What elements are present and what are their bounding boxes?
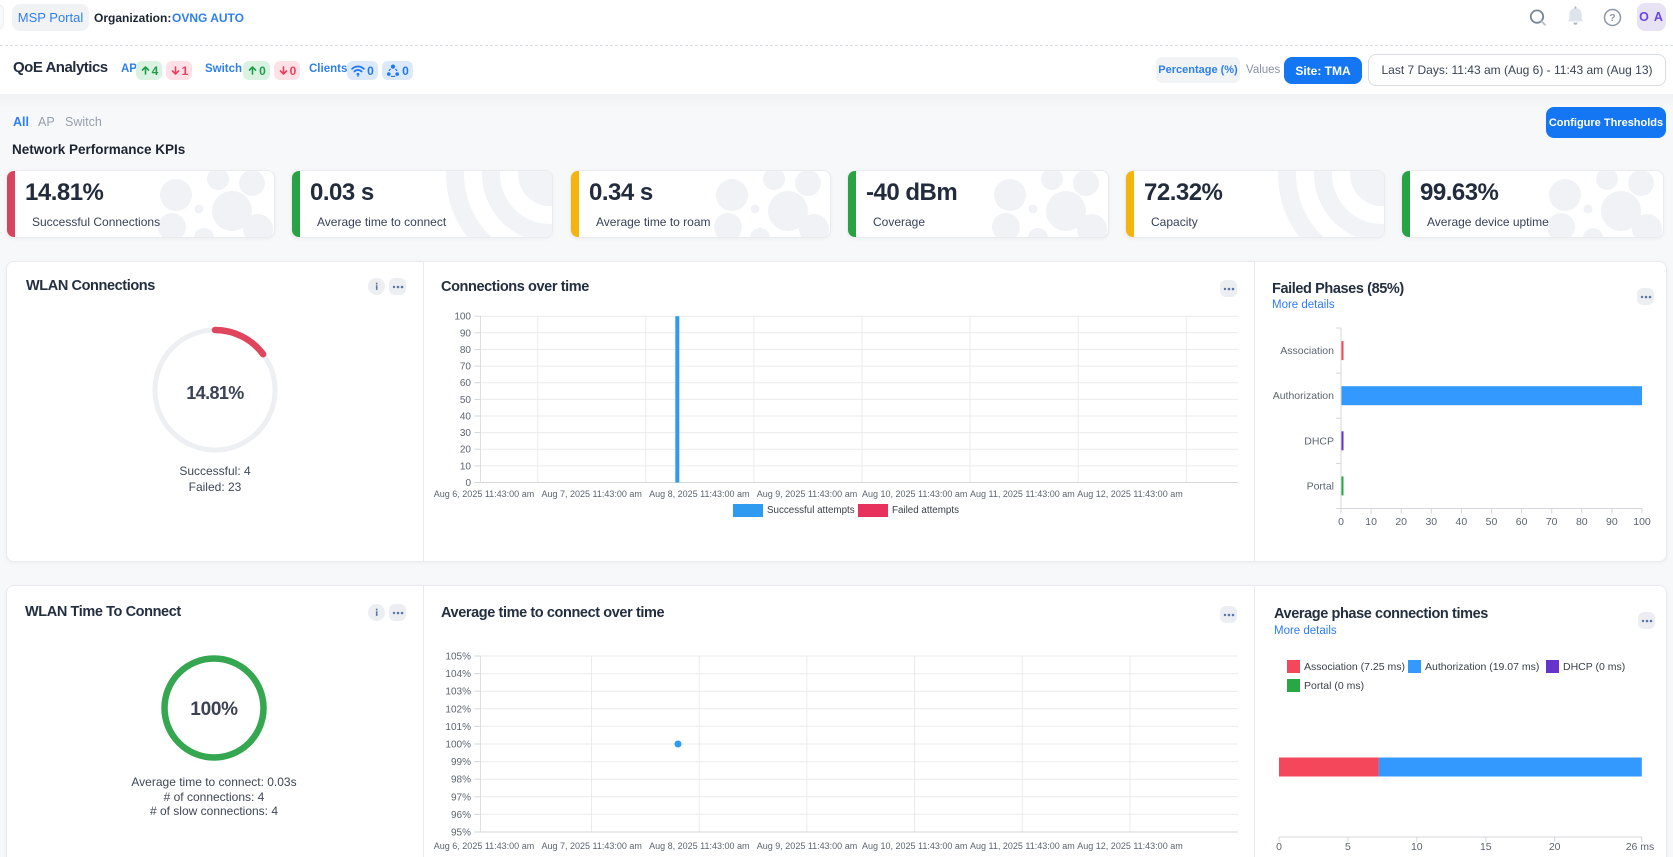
svg-text:Aug 9, 2025 11:43:00 am: Aug 9, 2025 11:43:00 am [757, 489, 857, 499]
svg-text:Aug 6, 2025 11:43:00 am: Aug 6, 2025 11:43:00 am [434, 841, 534, 851]
svg-text:0: 0 [1276, 841, 1282, 853]
svg-text:26 ms: 26 ms [1626, 841, 1655, 853]
svg-text:70: 70 [460, 362, 472, 373]
svg-text:100: 100 [1633, 516, 1651, 528]
svg-text:DHCP: DHCP [1304, 435, 1334, 447]
svg-text:70: 70 [1546, 516, 1558, 528]
svg-text:Aug 8, 2025 11:43:00 am: Aug 8, 2025 11:43:00 am [649, 841, 749, 851]
svg-text:98%: 98% [451, 775, 471, 786]
svg-text:20: 20 [460, 445, 472, 456]
svg-text:Aug 7, 2025 11:43:00 am: Aug 7, 2025 11:43:00 am [541, 841, 641, 851]
svg-text:Aug 10, 2025 11:43:00 am: Aug 10, 2025 11:43:00 am [862, 489, 967, 499]
svg-text:95%: 95% [451, 828, 471, 839]
svg-text:Aug 6, 2025 11:43:00 am: Aug 6, 2025 11:43:00 am [434, 489, 534, 499]
svg-text:Aug 9, 2025 11:43:00 am: Aug 9, 2025 11:43:00 am [757, 841, 857, 851]
svg-text:Aug 12, 2025 11:43:00 am: Aug 12, 2025 11:43:00 am [1077, 489, 1182, 499]
svg-text:80: 80 [1576, 516, 1588, 528]
svg-text:104%: 104% [445, 669, 471, 680]
svg-text:50: 50 [1486, 516, 1498, 528]
svg-text:10: 10 [1411, 841, 1423, 853]
svg-text:90: 90 [460, 328, 472, 339]
svg-text:Aug 12, 2025 11:43:00 am: Aug 12, 2025 11:43:00 am [1077, 841, 1182, 851]
svg-text:100: 100 [454, 312, 471, 323]
svg-text:0: 0 [1338, 516, 1344, 528]
svg-text:Portal: Portal [1307, 480, 1334, 492]
svg-text:97%: 97% [451, 792, 471, 803]
svg-text:20: 20 [1395, 516, 1407, 528]
svg-text:0: 0 [465, 478, 471, 489]
svg-text:60: 60 [460, 378, 472, 389]
svg-text:105%: 105% [445, 652, 471, 663]
svg-text:Authorization: Authorization [1273, 390, 1334, 402]
svg-text:101%: 101% [445, 722, 471, 733]
svg-text:Aug 8, 2025 11:43:00 am: Aug 8, 2025 11:43:00 am [649, 489, 749, 499]
svg-text:40: 40 [1456, 516, 1468, 528]
svg-text:5: 5 [1345, 841, 1351, 853]
svg-text:50: 50 [460, 395, 472, 406]
svg-text:10: 10 [1365, 516, 1377, 528]
svg-text:20: 20 [1549, 841, 1561, 853]
svg-text:Aug 7, 2025 11:43:00 am: Aug 7, 2025 11:43:00 am [541, 489, 641, 499]
svg-text:100%: 100% [445, 740, 471, 751]
svg-text:Aug 11, 2025 11:43:00 am: Aug 11, 2025 11:43:00 am [970, 489, 1075, 499]
svg-text:103%: 103% [445, 687, 471, 698]
svg-text:99%: 99% [451, 757, 471, 768]
svg-text:60: 60 [1516, 516, 1528, 528]
svg-text:102%: 102% [445, 704, 471, 715]
svg-text:Association: Association [1280, 345, 1334, 357]
svg-text:90: 90 [1606, 516, 1618, 528]
svg-text:10: 10 [460, 461, 472, 472]
svg-text:30: 30 [1425, 516, 1437, 528]
svg-text:80: 80 [460, 345, 472, 356]
svg-text:40: 40 [460, 412, 472, 423]
svg-text:96%: 96% [451, 810, 471, 821]
svg-text:30: 30 [460, 428, 472, 439]
svg-text:Aug 11, 2025 11:43:00 am: Aug 11, 2025 11:43:00 am [970, 841, 1075, 851]
svg-text:15: 15 [1480, 841, 1492, 853]
svg-text:Aug 10, 2025 11:43:00 am: Aug 10, 2025 11:43:00 am [862, 841, 967, 851]
